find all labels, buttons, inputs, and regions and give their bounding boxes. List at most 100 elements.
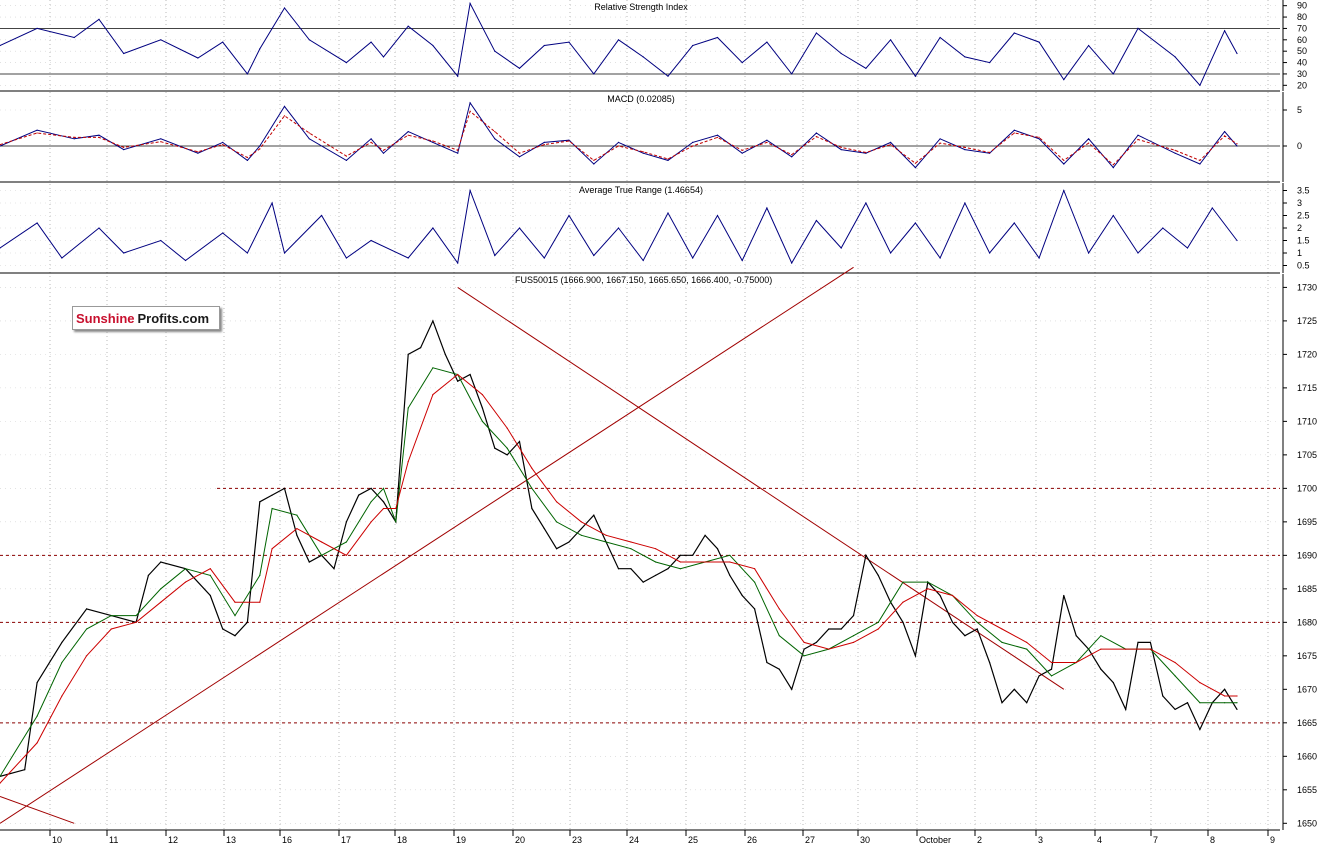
point-3-2-34 [803, 641, 805, 644]
point-1-1-20 [518, 152, 521, 154]
point-3-2-3 [86, 655, 88, 657]
x-tick-label-12: 26 [747, 835, 757, 844]
point-3-1-16 [382, 487, 385, 489]
point-0-0-30 [766, 41, 768, 43]
y-tick-label-3-13: 1715 [1297, 383, 1317, 393]
point-3-2-26 [605, 534, 607, 536]
point-1-0-38 [964, 149, 966, 151]
point-3-2-17 [395, 507, 397, 510]
y-tick-label-3-5: 1675 [1297, 651, 1317, 661]
point-3-1-29 [679, 568, 682, 570]
point-0-0-45 [1137, 27, 1139, 29]
point-3-0-2 [36, 682, 38, 684]
point-3-2-49 [1174, 661, 1176, 664]
point-1-0-36 [914, 167, 917, 169]
point-2-0-19 [518, 227, 521, 229]
point-3-0-74 [989, 661, 991, 664]
point-3-0-90 [1186, 702, 1189, 704]
y-tick-label-3-12: 1710 [1297, 416, 1317, 426]
point-3-0-36 [518, 440, 521, 443]
x-tick-label-5: 17 [341, 835, 351, 844]
point-1-1-29 [741, 149, 743, 151]
point-1-0-46 [1174, 152, 1176, 154]
point-2-0-12 [345, 257, 347, 259]
point-3-0-87 [1149, 641, 1151, 644]
point-1-0-24 [617, 141, 620, 143]
point-3-0-81 [1075, 635, 1077, 637]
point-3-0-34 [494, 447, 496, 449]
point-1-0-17 [457, 152, 459, 154]
point-3-2-52 [1236, 695, 1238, 697]
point-3-0-7 [147, 574, 149, 577]
point-3-0-16 [283, 487, 286, 489]
point-3-0-60 [815, 641, 818, 644]
point-3-1-12 [296, 514, 298, 516]
point-3-0-14 [259, 501, 261, 503]
point-1-1-44 [1112, 164, 1114, 166]
point-0-0-42 [1063, 79, 1065, 81]
point-3-0-51 [704, 534, 706, 536]
point-3-0-59 [803, 648, 805, 650]
point-2-0-32 [840, 247, 842, 249]
point-1-0-23 [593, 163, 595, 165]
point-3-0-10 [209, 594, 211, 597]
y-tick-label-3-14: 1720 [1297, 349, 1317, 359]
point-3-1-51 [1224, 702, 1226, 704]
point-0-0-31 [791, 73, 793, 75]
point-1-0-47 [1199, 163, 1201, 165]
point-1-1-42 [1063, 159, 1065, 161]
point-3-2-22 [506, 427, 508, 429]
point-2-0-47 [1211, 207, 1213, 209]
point-0-0-20 [518, 67, 521, 69]
point-3-2-6 [160, 601, 162, 603]
point-3-0-45 [630, 568, 632, 570]
point-0-0-1 [36, 27, 38, 29]
point-3-1-1 [36, 715, 38, 717]
point-3-0-80 [1063, 594, 1065, 597]
point-1-1-13 [370, 141, 372, 143]
point-3-2-37 [877, 628, 879, 630]
point-3-0-65 [877, 574, 879, 577]
point-0-0-34 [865, 67, 867, 69]
point-3-1-28 [655, 561, 657, 563]
point-3-0-46 [642, 581, 644, 583]
point-1-1-3 [98, 136, 100, 138]
point-0-0-44 [1112, 73, 1114, 75]
point-2-0-17 [469, 189, 471, 192]
point-3-1-38 [902, 581, 904, 583]
point-1-1-19 [494, 131, 496, 133]
point-3-0-83 [1100, 668, 1102, 670]
point-0-0-2 [73, 36, 75, 39]
point-1-1-4 [123, 146, 125, 148]
point-2-0-15 [432, 227, 434, 229]
point-3-0-27 [420, 347, 422, 349]
point-0-0-6 [197, 57, 199, 59]
point-1-0-6 [197, 152, 199, 154]
point-0-0-17 [457, 75, 459, 77]
point-3-0-93 [1224, 688, 1226, 690]
point-1-1-45 [1137, 138, 1139, 141]
y-tick-label-2-1: 1 [1297, 248, 1302, 258]
x-tick-label-11: 25 [688, 835, 698, 844]
point-0-0-9 [259, 48, 261, 50]
point-1-0-1 [36, 129, 38, 131]
point-2-0-2 [61, 257, 63, 259]
point-1-1-24 [617, 145, 620, 147]
point-2-0-48 [1236, 239, 1238, 242]
point-3-1-8 [209, 574, 211, 577]
point-3-1-6 [160, 588, 162, 590]
point-1-1-36 [914, 162, 917, 164]
point-3-0-57 [778, 668, 780, 670]
y-tick-label-2-6: 3.5 [1297, 186, 1310, 196]
point-1-0-48 [1224, 131, 1226, 133]
logo-part-2: Profits.com [137, 310, 210, 326]
point-3-1-37 [877, 621, 879, 623]
point-3-2-47 [1125, 648, 1127, 650]
x-tick-label-1: 11 [109, 835, 118, 844]
y-tick-label-2-5: 3 [1297, 198, 1302, 208]
y-tick-label-0-1: 30 [1297, 69, 1307, 79]
point-0-0-26 [667, 75, 669, 77]
point-3-2-41 [976, 615, 978, 617]
panel-title-0: Relative Strength Index [594, 2, 688, 12]
point-0-0-18 [469, 2, 471, 4]
